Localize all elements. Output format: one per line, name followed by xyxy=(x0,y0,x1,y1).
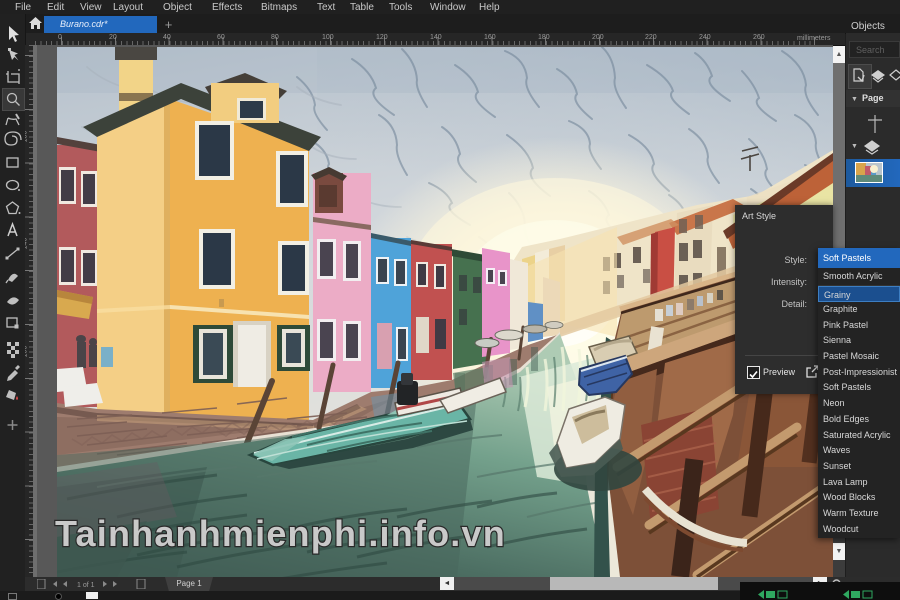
svg-text:1 of 1: 1 of 1 xyxy=(77,582,95,589)
